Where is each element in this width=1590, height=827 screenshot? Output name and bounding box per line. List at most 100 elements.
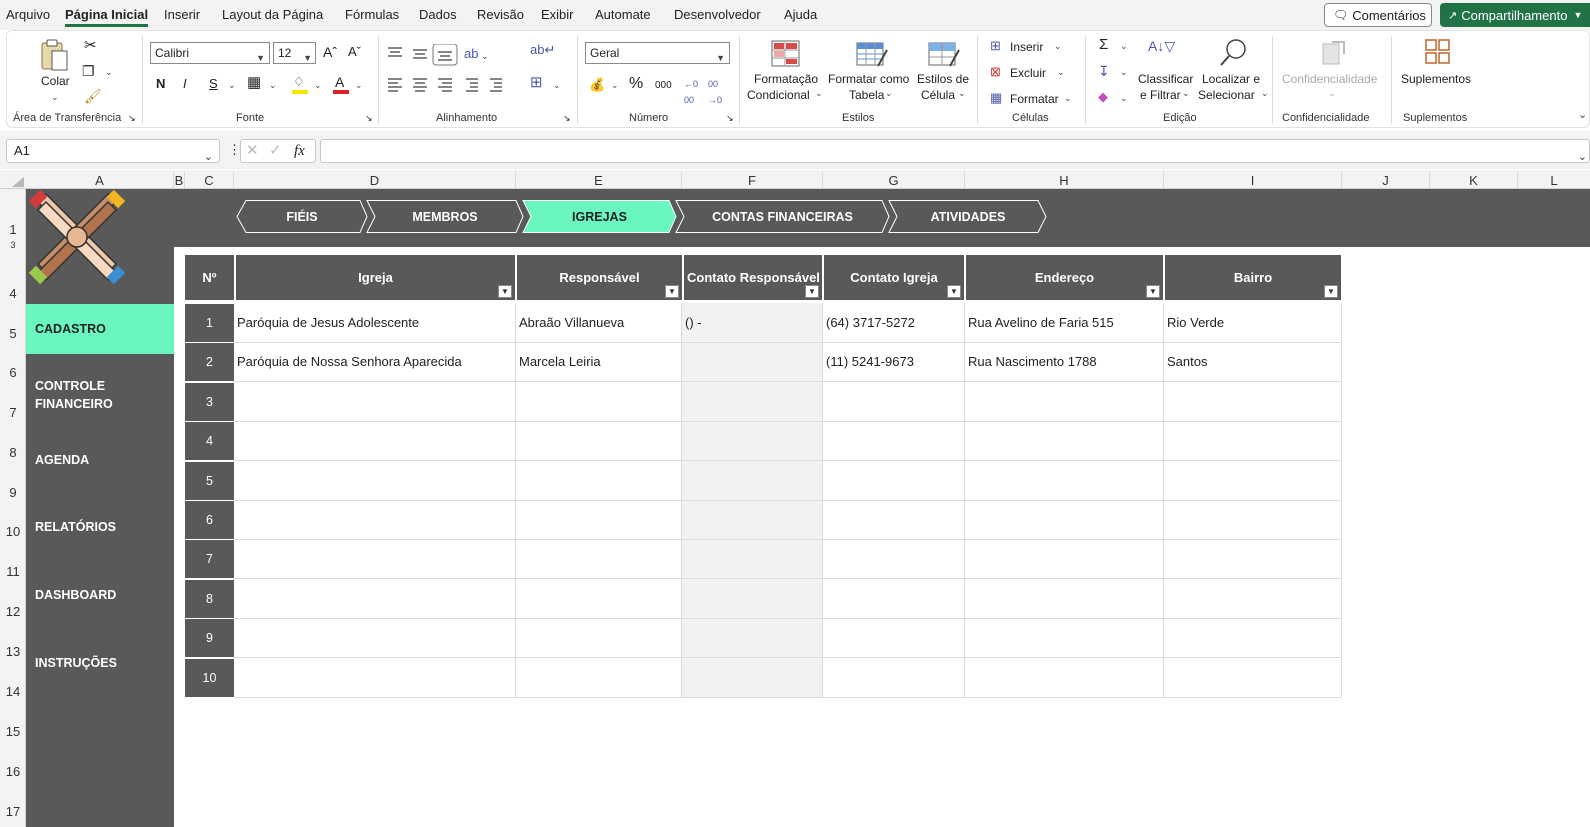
cell-igreja[interactable] [234,658,516,698]
chevron-down-icon[interactable]: ⌄ [553,80,561,91]
menu-exibir[interactable]: Exibir [541,7,574,22]
chevron-down-icon[interactable]: ⌄ [1057,67,1065,78]
cut-icon[interactable]: ✂ [84,38,97,54]
cell-bairro[interactable]: Santos [1164,342,1342,382]
column-header-b[interactable]: B [174,172,185,189]
cell-responsavel[interactable] [516,618,682,658]
row-number-cell[interactable]: 2 [185,343,234,381]
underline-button[interactable]: S [209,76,218,92]
cell-contato-responsavel[interactable]: () - [682,303,823,343]
column-header-e[interactable]: E [516,172,682,189]
horizontal-align-icons[interactable] [386,76,506,94]
row-number-cell[interactable]: 4 [185,422,234,460]
tab-contas-financeiras[interactable]: CONTAS FINANCEIRAS [675,200,890,233]
copy-icon[interactable]: ❐ [82,63,95,79]
column-header-i[interactable]: I [1164,172,1342,189]
dialog-launcher-icon[interactable]: ↘ [365,110,373,126]
borders-icon[interactable]: ▦ [247,75,261,91]
cell-igreja[interactable] [234,618,516,658]
cell-responsavel[interactable] [516,579,682,619]
row-header-16[interactable]: 16 [0,764,26,779]
filter-dropdown-icon[interactable]: ▼ [1324,285,1338,298]
menu-formulas[interactable]: Fórmulas [345,7,399,22]
menu-inserir[interactable]: Inserir [164,7,200,22]
row-header-13[interactable]: 13 [0,644,26,659]
sidebar-item-agenda[interactable]: AGENDA [35,451,89,469]
chevron-down-icon[interactable]: ⌄ [1120,41,1128,52]
sidebar-item-cadastro[interactable]: CADASTRO [35,320,106,338]
fill-icon[interactable]: ↧ [1098,63,1110,79]
row-header-8[interactable]: 8 [0,445,26,460]
sidebar-item-dashboard[interactable]: DASHBOARD [35,586,116,604]
cell-contato-igreja[interactable] [823,658,965,698]
cell-endereco[interactable]: Rua Nascimento 1788 [965,342,1164,382]
cell-bairro[interactable] [1164,461,1342,501]
decrease-decimal-icon[interactable]: 00 →0 [708,76,722,108]
format-as-table-icon[interactable] [856,40,888,68]
chevron-down-icon[interactable]: ⌄ [1120,93,1128,104]
menu-revisao[interactable]: Revisão [477,7,524,22]
insert-cells-button[interactable]: Inserir [1010,39,1043,55]
wrap-text-icon[interactable]: ab↵ [530,42,555,58]
select-all-icon[interactable] [12,177,24,187]
autosum-icon[interactable]: Σ [1099,37,1108,53]
cell-igreja[interactable] [234,500,516,540]
paste-button[interactable] [38,38,70,72]
shrink-font-icon[interactable]: Aˇ [348,44,361,60]
dialog-launcher-icon[interactable]: ↘ [726,110,734,126]
chevron-down-icon[interactable]: ⌄ [1120,67,1128,78]
cell-igreja[interactable] [234,382,516,422]
cell-bairro[interactable] [1164,382,1342,422]
bold-button[interactable]: N [156,76,165,92]
cell-endereco[interactable] [965,658,1164,698]
cell-responsavel[interactable] [516,421,682,461]
cell-endereco[interactable]: Rua Avelino de Faria 515 [965,303,1164,343]
row-header-12[interactable]: 12 [0,604,26,619]
cell-contato-igreja[interactable] [823,618,965,658]
chevron-down-icon[interactable]: ⌄ [228,80,236,91]
cell-contato-igreja[interactable] [823,461,965,501]
menu-layout[interactable]: Layout da Página [222,7,323,22]
cell-endereco[interactable] [965,461,1164,501]
filter-dropdown-icon[interactable]: ▼ [498,285,512,298]
chevron-down-icon[interactable]: ⌄ [355,80,363,91]
column-header-c[interactable]: C [185,172,234,189]
cell-contato-responsavel[interactable] [682,342,823,382]
font-color-icon[interactable]: A [333,74,349,94]
sidebar-item-instrucoes[interactable]: INSTRUÇÕES [35,654,117,672]
fill-color-icon[interactable]: ♢ [292,74,308,94]
cell-contato-igreja[interactable] [823,421,965,461]
tab-igrejas[interactable]: IGREJAS [522,200,677,233]
row-header-15[interactable]: 15 [0,724,26,739]
cell-responsavel[interactable] [516,539,682,579]
cell-styles-icon[interactable] [928,40,960,68]
cell-igreja[interactable] [234,421,516,461]
column-header-j[interactable]: J [1342,172,1430,189]
cell-responsavel[interactable] [516,500,682,540]
font-size-select[interactable]: 12 ▼ [273,42,316,64]
currency-icon[interactable]: 💰 [589,77,605,93]
chevron-down-icon[interactable]: ⌄ [51,92,59,103]
dialog-launcher-icon[interactable]: ↘ [563,110,571,126]
cell-contato-responsavel[interactable] [682,500,823,540]
column-header-k[interactable]: K [1430,172,1518,189]
menu-dados[interactable]: Dados [419,7,457,22]
cell-bairro[interactable] [1164,500,1342,540]
filter-dropdown-icon[interactable]: ▼ [665,285,679,298]
cell-contato-igreja[interactable] [823,500,965,540]
number-format-select[interactable]: Geral ▼ [585,42,730,64]
format-cells-button[interactable]: Formatar [1010,91,1059,107]
cell-contato-igreja[interactable]: (11) 5241-9673 [823,342,965,382]
row-number-cell[interactable]: 5 [185,462,234,500]
menu-automate[interactable]: Automate [595,7,651,22]
cell-igreja[interactable] [234,461,516,501]
column-header-l[interactable]: L [1518,172,1590,189]
chevron-down-icon[interactable]: ⌄ [885,88,893,99]
cancel-icon[interactable]: ✕ [246,143,259,159]
chevron-down-icon[interactable]: ⌄ [1064,93,1072,104]
format-cells-icon[interactable]: ▦ [990,90,1002,106]
chevron-down-icon[interactable]: ⌄ [611,80,619,91]
row-header-6[interactable]: 6 [0,365,26,380]
cell-responsavel[interactable]: Abraão Villanueva [516,303,682,343]
addins-icon[interactable] [1424,38,1452,66]
